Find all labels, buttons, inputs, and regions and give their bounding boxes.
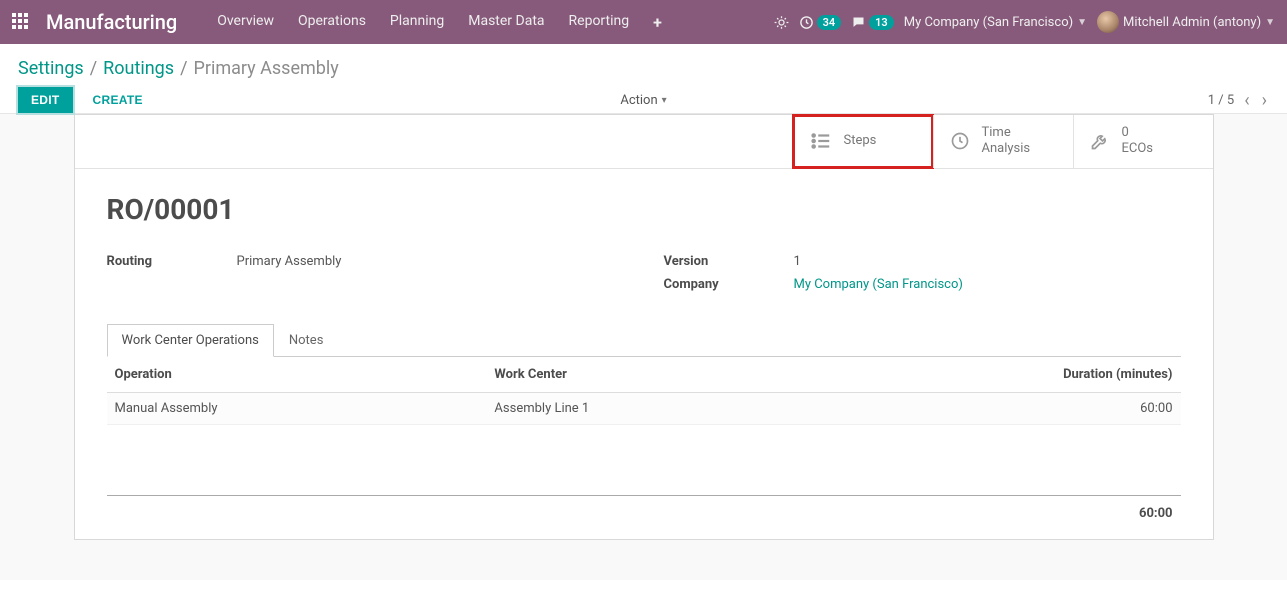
create-button[interactable]: CREATE [81,88,155,112]
stat-time-label: Time Analysis [982,125,1031,158]
stat-buttons: Steps Time Analysis 0 ECOs [75,115,1213,169]
list-icon [810,130,832,152]
total-duration: 60:00 [1013,506,1173,521]
user-name: Mitchell Admin (antony) [1123,15,1261,30]
nav-operations[interactable]: Operations [288,5,376,40]
col-work-center[interactable]: Work Center [494,367,1012,382]
top-nav: Overview Operations Planning Master Data… [207,5,672,40]
avatar [1097,11,1119,33]
stat-steps-label: Steps [844,133,877,149]
action-menu[interactable]: Action ▾ [620,93,666,108]
nav-master-data[interactable]: Master Data [458,5,554,40]
cell-operation: Manual Assembly [115,401,495,416]
col-duration[interactable]: Duration (minutes) [1013,367,1173,382]
fields-grid: Routing Primary Assembly Version 1 Compa… [107,250,1181,296]
notebook-tabs: Work Center Operations Notes [107,324,1181,357]
clock-icon [950,131,970,151]
grid-total-row: 60:00 [107,495,1181,531]
breadcrumb-separator: / [90,58,97,79]
grid-header: Operation Work Center Duration (minutes) [107,357,1181,393]
user-menu[interactable]: Mitchell Admin (antony) ▼ [1097,11,1275,33]
nav-planning[interactable]: Planning [380,5,454,40]
action-menu-label: Action [620,93,657,108]
pager-prev-icon[interactable]: ‹ [1242,90,1251,111]
pager-next-icon[interactable]: › [1260,90,1269,111]
tab-work-center-operations[interactable]: Work Center Operations [107,324,274,357]
stat-button-ecos[interactable]: 0 ECOs [1073,115,1213,168]
edit-button[interactable]: EDIT [18,87,73,113]
stat-button-steps[interactable]: Steps [793,115,933,168]
topbar: Manufacturing Overview Operations Planni… [0,0,1287,44]
breadcrumb-routings[interactable]: Routings [103,58,174,79]
nav-reporting[interactable]: Reporting [559,5,640,40]
wrench-icon [1090,131,1110,151]
fields-right: Version 1 Company My Company (San Franci… [664,250,1181,296]
app-brand[interactable]: Manufacturing [46,10,177,34]
activities-icon[interactable]: 34 [799,15,842,30]
sheet-wrap: Steps Time Analysis 0 ECOs [0,113,1287,580]
chevron-down-icon: ▾ [662,95,667,106]
chevron-down-icon: ▼ [1077,17,1087,28]
fields-left: Routing Primary Assembly [107,250,624,296]
page: Settings / Routings / Primary Assembly E… [0,44,1287,113]
breadcrumb-separator: / [180,58,187,79]
sheet-body: RO/00001 Routing Primary Assembly Versio… [75,169,1213,539]
table-row[interactable]: Manual Assembly Assembly Line 1 60:00 [107,393,1181,425]
version-value: 1 [794,254,801,269]
form-sheet: Steps Time Analysis 0 ECOs [74,114,1214,540]
nav-plus-icon[interactable]: + [643,5,672,40]
stat-ecos-label: 0 ECOs [1122,125,1154,158]
activities-badge: 34 [817,15,842,30]
operations-grid: Operation Work Center Duration (minutes)… [107,357,1181,531]
action-bar: EDIT CREATE Action ▾ 1 / 5 ‹ › [18,87,1269,113]
cell-work-center: Assembly Line 1 [494,401,1012,416]
routing-label: Routing [107,254,237,269]
chevron-down-icon: ▼ [1265,17,1275,28]
topbar-right: 34 13 My Company (San Francisco) ▼ Mitch… [774,11,1275,33]
debug-icon[interactable] [774,15,789,30]
version-label: Version [664,254,794,269]
apps-icon[interactable] [12,13,30,31]
company-selector[interactable]: My Company (San Francisco) ▼ [904,15,1087,30]
routing-value: Primary Assembly [237,254,342,269]
company-label: Company [664,277,794,292]
discuss-badge: 13 [869,15,894,30]
cell-duration: 60:00 [1013,401,1173,416]
stat-button-time[interactable]: Time Analysis [933,115,1073,168]
pager: 1 / 5 ‹ › [1208,90,1269,111]
company-value[interactable]: My Company (San Francisco) [794,277,963,292]
tab-notes[interactable]: Notes [274,324,339,357]
breadcrumb-settings[interactable]: Settings [18,58,84,79]
nav-overview[interactable]: Overview [207,5,284,40]
record-title: RO/00001 [107,193,1181,226]
breadcrumb-current: Primary Assembly [194,58,339,79]
company-name: My Company (San Francisco) [904,15,1073,30]
col-operation[interactable]: Operation [115,367,495,382]
pager-text: 1 / 5 [1208,93,1234,108]
discuss-icon[interactable]: 13 [851,15,894,30]
breadcrumb: Settings / Routings / Primary Assembly [18,44,1269,87]
